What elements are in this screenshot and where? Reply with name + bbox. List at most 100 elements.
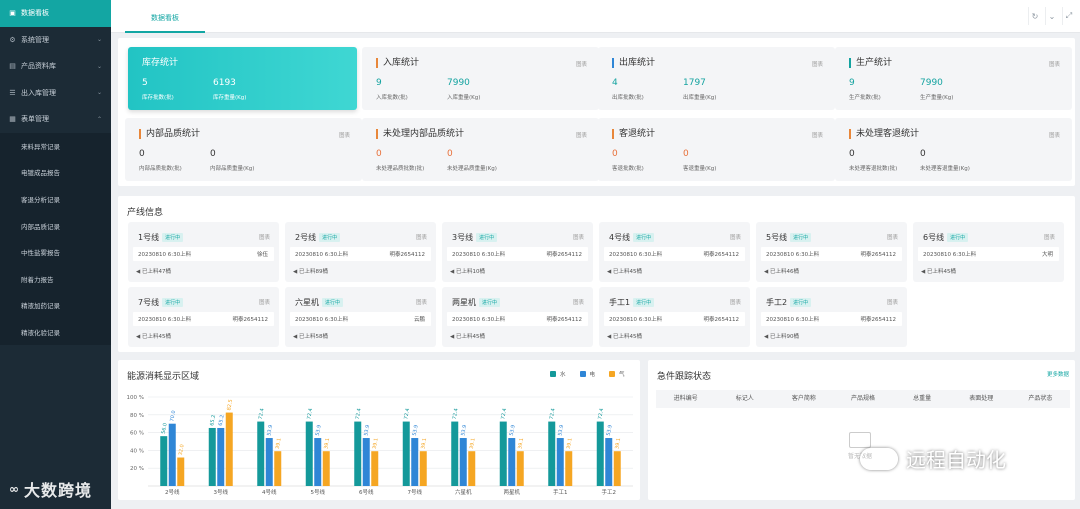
line-worker: 明泰2654112 — [860, 317, 897, 323]
bar-value-label: 82.5 — [226, 399, 234, 411]
sidebar-subitem[interactable]: 来料异常记录 — [0, 132, 111, 160]
chart-link[interactable]: 图表 — [416, 298, 427, 306]
line-progress-text: 已上料46桶 — [769, 269, 799, 275]
line-name-text: 六星机 — [295, 298, 319, 307]
line-worker: 大明 — [1041, 252, 1053, 258]
line-worker: 明泰2654112 — [703, 317, 740, 323]
sidebar-subitem[interactable]: 客退分析记录 — [0, 185, 111, 213]
production-line-card: 7号线 进行中 图表 20230810 6:30上料 明泰2654112 ◀︎ 已上… — [128, 287, 279, 347]
line-name-text: 7号线 — [138, 298, 160, 307]
chart-link[interactable]: 图表 — [1044, 233, 1055, 241]
sidebar-item-label: 系统管理 — [21, 35, 49, 44]
chart-link[interactable]: 图表 — [887, 233, 898, 241]
stat-card: 未处理内部品质统计 图表 0 未处理品质批数(批) 0 未处理品质重量(Kg) — [362, 118, 599, 181]
stat-value-2: 7990 — [447, 78, 470, 88]
line-progress-text: 已上料45桶 — [612, 334, 642, 340]
chart-link[interactable]: 图表 — [259, 298, 270, 306]
chart-link[interactable]: 图表 — [576, 131, 587, 139]
sidebar-item-2[interactable]: ▤ 产品资料库 ⌄ — [0, 53, 111, 80]
line-progress: ◀︎ 已上料10桶 — [450, 267, 485, 275]
chart-link[interactable]: 图表 — [339, 131, 350, 139]
bar — [468, 451, 476, 486]
chart-link[interactable]: 图表 — [416, 233, 427, 241]
bar — [217, 427, 225, 486]
x-tick-label: 7号线 — [408, 488, 423, 496]
bar — [516, 451, 524, 486]
bar — [225, 412, 233, 486]
sidebar-item-1[interactable]: ⚙ 系统管理 ⌄ — [0, 27, 111, 54]
stat-card: 未处理客退统计 图表 0 未处理客退批数(批) 0 未处理客退重量(Kg) — [835, 118, 1072, 181]
tab-dashboard[interactable]: 数据看板 — [125, 8, 205, 33]
chart-link[interactable]: 图表 — [812, 131, 823, 139]
production-line-card: 3号线 进行中 图表 20230810 6:30上料 明泰2654112 ◀︎ 已上… — [442, 222, 593, 282]
watermark: 远程自动化 — [860, 444, 1006, 473]
line-time: 20230810 6:30上料 — [766, 317, 820, 323]
box-icon: ▤ — [9, 62, 16, 71]
bar — [371, 451, 379, 486]
sidebar-subitem[interactable]: 中性盐雾报告 — [0, 238, 111, 266]
sidebar-item-4[interactable]: ▦ 表单管理 ⌃ — [0, 106, 111, 133]
chart-link[interactable]: 图表 — [812, 60, 823, 68]
bar-value-label: 32.0 — [178, 444, 186, 456]
stat-value-1: 0 — [139, 149, 145, 159]
gear-icon: ⚙ — [9, 35, 16, 44]
fullscreen-icon[interactable]: ⤢ — [1062, 7, 1075, 25]
bar — [565, 451, 573, 486]
refresh-icon[interactable]: ↻ — [1028, 7, 1041, 25]
stat-label-1: 出库批数(批) — [612, 95, 644, 101]
status-badge: 进行中 — [479, 298, 501, 307]
line-progress: ◀︎ 已上料46桶 — [764, 267, 799, 275]
stat-value-1: 0 — [849, 149, 855, 159]
sidebar-subitem[interactable]: 附着力报告 — [0, 265, 111, 293]
line-progress-text: 已上料47桶 — [141, 269, 171, 275]
y-tick-label: 40 % — [130, 448, 144, 454]
x-tick-label: 手工2 — [602, 488, 617, 496]
bar-value-label: 39.1 — [420, 438, 428, 450]
chart-link[interactable]: 图表 — [730, 298, 741, 306]
production-line-card: 手工2 进行中 图表 20230810 6:30上料 明泰2654112 ◀︎ 已上… — [756, 287, 907, 347]
sidebar-item-label: 表单管理 — [21, 115, 49, 124]
status-badge: 进行中 — [790, 298, 812, 307]
chart-link[interactable]: 图表 — [1049, 60, 1060, 68]
sidebar-item-3[interactable]: ☰ 出入库管理 ⌄ — [0, 80, 111, 107]
line-name: 手工2 进行中 — [766, 297, 812, 308]
stat-value-2: 7990 — [920, 78, 943, 88]
bar-value-label: 72.4 — [355, 408, 363, 420]
chevron-down-icon[interactable]: ⌄ — [1045, 7, 1058, 25]
chevron-icon: ⌄ — [96, 89, 102, 97]
bar-value-label: 53.9 — [412, 424, 420, 436]
stat-card: 客退统计 图表 0 客退批数(批) 0 客退重量(Kg) — [598, 118, 835, 181]
bar-value-label: 39.1 — [566, 438, 574, 450]
urgent-table-header: 进料编号 标记人 客户简称 产品规格 总重量 表面处理 产品状态 — [656, 390, 1070, 408]
status-badge: 进行中 — [947, 233, 969, 242]
sidebar-subitem[interactable]: 内部品质记录 — [0, 212, 111, 239]
line-progress-text: 已上料10桶 — [455, 269, 485, 275]
chart-link[interactable]: 图表 — [259, 233, 270, 241]
chart-link[interactable]: 图表 — [576, 60, 587, 68]
line-progress: ◀︎ 已上料45桶 — [607, 332, 642, 340]
sidebar-subitem[interactable]: 电镀成品报告 — [0, 159, 111, 186]
line-info-box: 20230810 6:30上料 徐伍 — [133, 247, 274, 261]
line-info-box: 20230810 6:30上料 明泰2654112 — [133, 312, 274, 326]
line-worker: 明泰2654112 — [546, 252, 583, 258]
stat-label-1: 未处理客退批数(批) — [849, 166, 898, 172]
status-badge: 进行中 — [633, 298, 655, 307]
chart-link[interactable]: 图表 — [1049, 131, 1060, 139]
line-info-box: 20230810 6:30上料 明泰2654112 — [604, 247, 745, 261]
sidebar-subitem[interactable]: 精液化验记录 — [0, 318, 111, 346]
stat-card: 生产统计 图表 9 生产批数(批) 7990 生产重量(Kg) — [835, 47, 1072, 110]
line-progress: ◀︎ 已上料89桶 — [293, 267, 328, 275]
sidebar-subitem[interactable]: 精液加药记录 — [0, 292, 111, 319]
line-name-text: 两星机 — [452, 298, 476, 307]
chart-link[interactable]: 图表 — [887, 298, 898, 306]
chart-link[interactable]: 图表 — [573, 298, 584, 306]
chart-link[interactable]: 图表 — [730, 233, 741, 241]
bar-value-label: 72.4 — [258, 408, 266, 420]
table-header-cell: 进料编号 — [673, 395, 698, 402]
sidebar-item-0[interactable]: ▣ 数据看板 — [0, 0, 111, 27]
table-header-cell: 客户简称 — [791, 395, 816, 402]
more-data-link[interactable]: 更多数据 — [1047, 370, 1069, 378]
chart-link[interactable]: 图表 — [573, 233, 584, 241]
bar — [499, 421, 507, 486]
stat-label-1: 客退批数(批) — [612, 166, 644, 172]
